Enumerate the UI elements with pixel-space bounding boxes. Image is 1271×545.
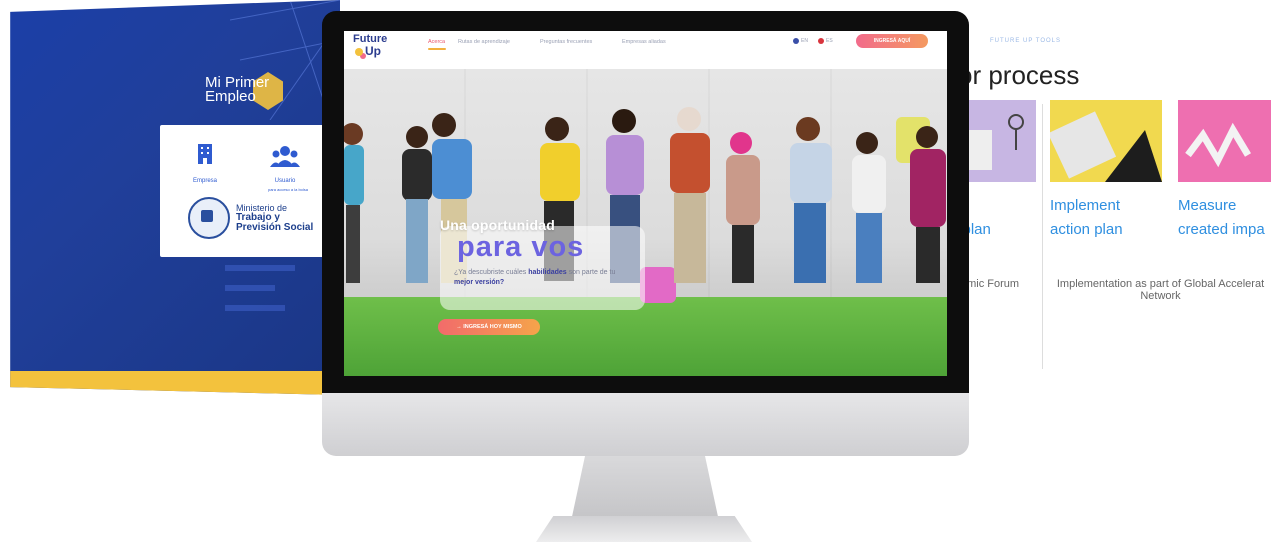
monitor-chin xyxy=(322,393,969,456)
step-3-line1: Measure xyxy=(1178,197,1237,214)
usuario-sub-label: para acceso a la bolsa xyxy=(267,187,309,192)
nav-item-acerca[interactable]: Acerca xyxy=(428,39,445,45)
guatemala-seal-icon xyxy=(188,197,230,239)
right-screenshot-panel: FUTURE UP TOOLS or process e n plan Impl… xyxy=(950,20,1271,392)
hero-sub-mid: son parte de tu xyxy=(566,269,616,276)
nav-active-underline xyxy=(428,48,446,50)
hero-subtitle: ¿Ya descubriste cuáles habilidades son p… xyxy=(454,268,634,288)
usuario-label[interactable]: Usuario xyxy=(255,178,315,184)
site-navbar: Future Up Acerca Rutas de aprendizaje Pr… xyxy=(344,31,947,69)
nav-item-rutas[interactable]: Rutas de aprendizaje xyxy=(458,39,510,45)
group-photo-illustration xyxy=(344,107,946,283)
implement-illustration-icon xyxy=(1050,100,1162,182)
column-divider xyxy=(1042,104,1043,369)
section-title: or process xyxy=(958,60,1080,90)
uk-flag-icon xyxy=(793,38,799,44)
ministry-block: Ministerio de Trabajo y Previsión Social xyxy=(188,197,313,239)
logo-line-2: Up xyxy=(365,44,381,58)
step-2-line1: Implement xyxy=(1050,197,1121,214)
hero-sub-bold2: mejor versión? xyxy=(454,279,505,286)
sidebar-menu-hint xyxy=(225,265,295,311)
screen-bezel: Future Up Acerca Rutas de aprendizaje Pr… xyxy=(322,11,969,393)
empresa-label[interactable]: Empresa xyxy=(175,178,235,184)
ministry-line-3: Previsión Social xyxy=(236,222,314,233)
future-up-logo[interactable]: Future Up xyxy=(353,34,393,64)
step-card-2: Implement action plan xyxy=(1050,194,1123,242)
left-screenshot-panel: Mi Primer Empleo Empresa Usuario para ac… xyxy=(10,0,340,395)
lang-en[interactable]: EN xyxy=(793,38,808,44)
monitor-stand-neck xyxy=(570,456,720,526)
es-flag-icon xyxy=(818,38,824,44)
hero-sub-pre: ¿Ya descubriste cuáles xyxy=(454,269,529,276)
step-card-3: Measure created impa xyxy=(1178,194,1265,242)
lang-en-label: EN xyxy=(801,38,808,44)
monitor-stand-base xyxy=(536,516,752,542)
hero-heading-line2: para vos xyxy=(457,231,585,263)
logo-dots-icon xyxy=(355,48,363,56)
yellow-footer-stripe xyxy=(10,371,340,395)
hero-section: Una oportunidad para vos ¿Ya descubriste… xyxy=(344,69,947,376)
hero-sub-bold1: habilidades xyxy=(528,269,567,276)
desc-right: Implementation as part of Global Acceler… xyxy=(1050,278,1271,302)
desc-right-line1: Implementation as part of Global Acceler… xyxy=(1056,278,1265,290)
lang-es[interactable]: ES xyxy=(818,38,833,44)
nav-item-empresas[interactable]: Empresas aliadas xyxy=(622,39,666,45)
website-screen: Future Up Acerca Rutas de aprendizaje Pr… xyxy=(344,31,947,376)
imac-monitor: Future Up Acerca Rutas de aprendizaje Pr… xyxy=(322,11,969,456)
building-icon[interactable] xyxy=(185,143,225,170)
brand-line-2: Empleo xyxy=(205,88,256,105)
mi-primer-empleo-logo: Mi Primer Empleo xyxy=(205,72,295,116)
users-icon[interactable] xyxy=(265,145,305,172)
ingresa-hoy-mismo-button[interactable]: → INGRESÁ HOY MISMO xyxy=(438,319,540,335)
measure-illustration-icon xyxy=(1178,100,1271,182)
lang-es-label: ES xyxy=(826,38,833,44)
desc-right-line2: Network xyxy=(1140,290,1181,302)
login-choice-card: Empresa Usuario para acceso a la bolsa M… xyxy=(160,125,330,257)
section-kicker: FUTURE UP TOOLS xyxy=(990,38,1062,44)
step-2-line2: action plan xyxy=(1050,221,1123,238)
step-3-line2: created impa xyxy=(1178,221,1265,238)
ingresa-aqui-button[interactable]: INGRESÁ AQUÍ xyxy=(856,34,928,48)
nav-item-preguntas[interactable]: Preguntas frecuentes xyxy=(540,39,592,45)
